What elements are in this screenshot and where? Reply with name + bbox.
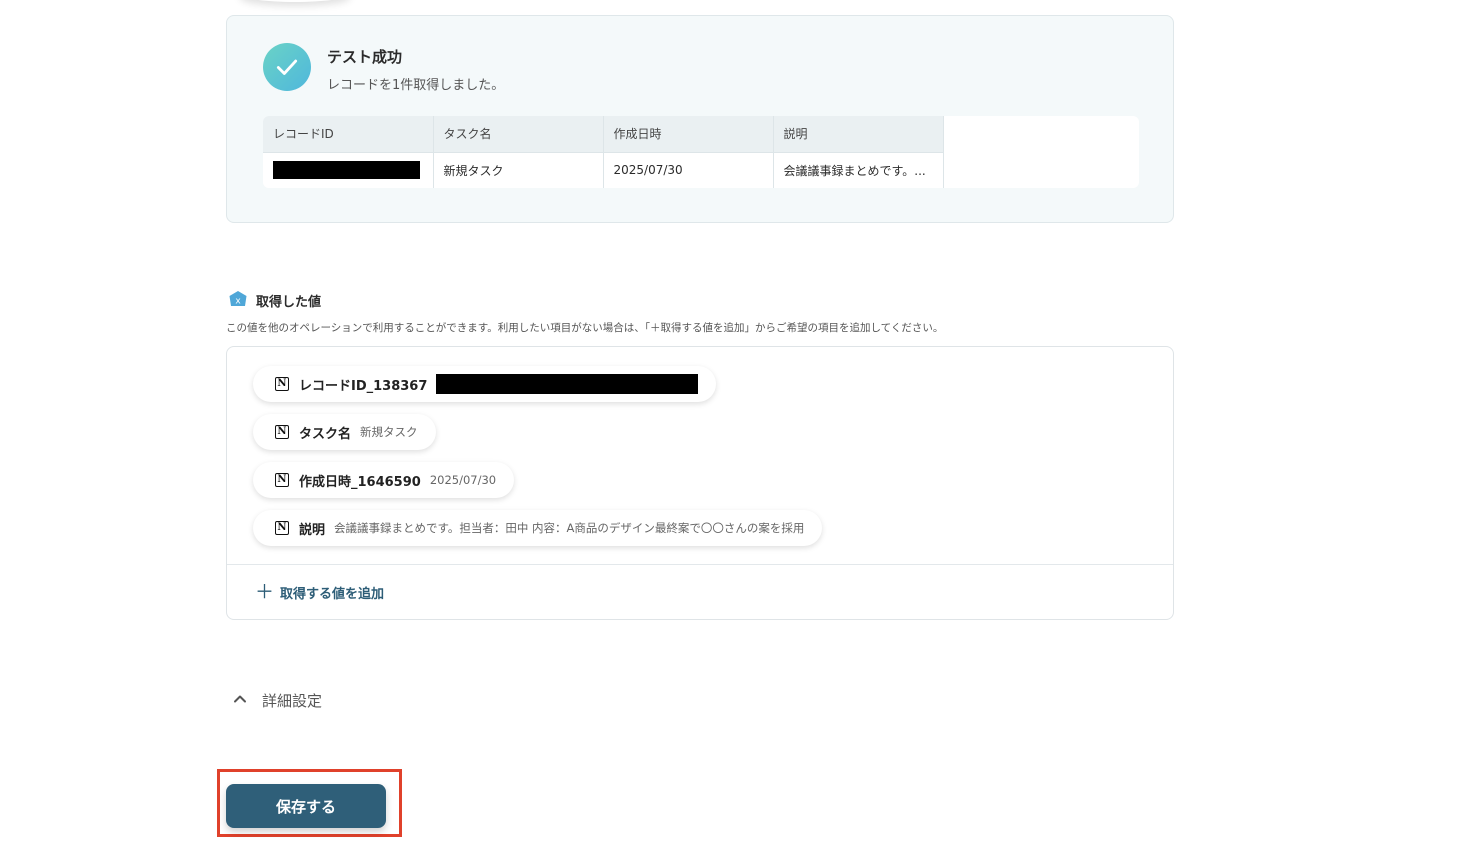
notion-icon: N <box>275 377 289 391</box>
value-label: 説明 <box>299 522 326 538</box>
column-header-task-name: タスク名 <box>433 116 604 152</box>
divider <box>227 564 1173 565</box>
value-text: 会議議事録まとめです。担当者：田中 内容：A商品のデザイン最終案で〇〇さんの案を… <box>334 521 805 535</box>
success-title: テスト成功 <box>327 48 403 66</box>
advanced-settings-toggle[interactable]: 詳細設定 <box>232 690 322 711</box>
plus-icon: ＋ <box>255 581 275 603</box>
acquired-values-description: この値を他のオペレーションで利用することができます。利用したい項目がない場合は、… <box>226 322 944 334</box>
chevron-up-icon <box>232 691 248 711</box>
value-label: タスク名 <box>299 426 352 442</box>
redacted-value <box>436 374 699 394</box>
add-value-label: 取得する値を追加 <box>280 587 385 602</box>
variable-icon: x <box>228 290 248 310</box>
success-subtitle: レコードを1件取得しました。 <box>327 78 505 93</box>
acquired-values-title: 取得した値 <box>256 294 322 310</box>
value-pill-task-name[interactable]: N タスク名 新規タスク <box>253 414 436 450</box>
notion-icon: N <box>275 425 289 439</box>
column-header-created-at: 作成日時 <box>603 116 774 152</box>
column-header-description: 説明 <box>773 116 944 152</box>
cell-task-name: 新規タスク <box>433 151 604 188</box>
top-element-shadow <box>240 0 350 2</box>
svg-text:x: x <box>235 297 241 307</box>
page: テスト成功 レコードを1件取得しました。 レコードID タスク名 作成日時 説明 <box>0 0 1482 860</box>
advanced-settings-label: 詳細設定 <box>262 692 323 710</box>
success-check-icon <box>263 43 311 91</box>
test-result-card: テスト成功 レコードを1件取得しました。 レコードID タスク名 作成日時 説明 <box>226 15 1174 223</box>
cell-record-id <box>263 151 434 188</box>
table-row: 新規タスク 2025/07/30 会議議事録まとめです。... <box>263 151 944 188</box>
cell-description: 会議議事録まとめです。... <box>773 151 944 188</box>
acquired-values-box: N レコードID_138367 N タスク名 新規タスク N 作成日時_1646… <box>226 346 1174 620</box>
notion-icon: N <box>275 473 289 487</box>
value-text: 新規タスク <box>360 425 418 439</box>
value-pill-created-at[interactable]: N 作成日時_1646590 2025/07/30 <box>253 462 515 498</box>
column-header-record-id: レコードID <box>263 116 434 152</box>
value-pill-description[interactable]: N 説明 会議議事録まとめです。担当者：田中 内容：A商品のデザイン最終案で〇〇… <box>253 510 823 546</box>
value-label: 作成日時_1646590 <box>299 474 421 490</box>
records-table: レコードID タスク名 作成日時 説明 新規タスク 2025/07/30 会議議… <box>263 116 1139 188</box>
value-text: 2025/07/30 <box>429 473 497 487</box>
cell-created-at: 2025/07/30 <box>603 151 774 188</box>
value-label: レコードID_138367 <box>299 378 428 394</box>
add-value-button[interactable]: ＋ 取得する値を追加 <box>255 581 385 603</box>
acquired-values-header: x 取得した値 <box>228 290 321 310</box>
redacted-value <box>273 161 420 180</box>
save-button[interactable]: 保存する <box>226 784 386 828</box>
notion-icon: N <box>275 521 289 535</box>
value-pill-record-id[interactable]: N レコードID_138367 <box>253 366 717 402</box>
